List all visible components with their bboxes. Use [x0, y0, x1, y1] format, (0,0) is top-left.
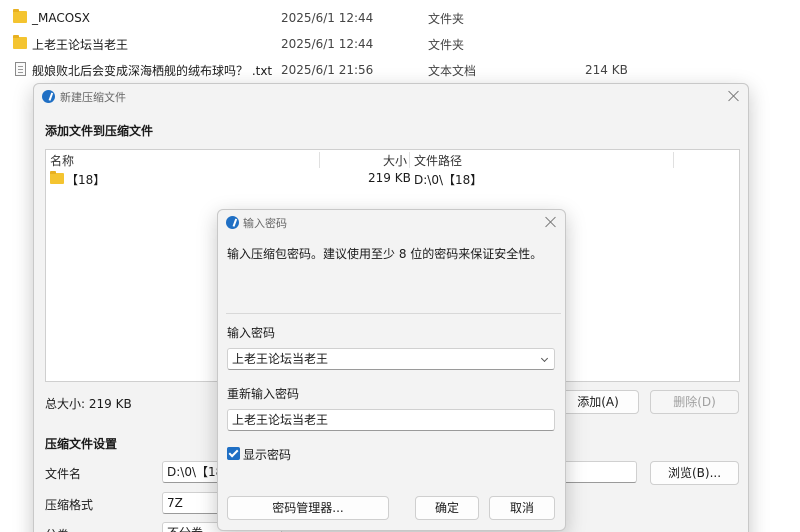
file-date: 2025/6/1 12:44: [281, 11, 374, 25]
file-explorer-list: _MACOSX 2025/6/1 12:44 文件夹 上老王论坛当老王 2025…: [0, 0, 800, 90]
column-divider[interactable]: [409, 152, 410, 168]
column-divider[interactable]: [673, 152, 674, 168]
ok-button[interactable]: 确定: [415, 496, 479, 520]
divider: [226, 313, 561, 314]
password-value: 上老王论坛当老王: [232, 352, 329, 366]
window-title: 新建压缩文件: [60, 91, 126, 104]
dialog-title: 输入密码: [243, 217, 287, 230]
add-button[interactable]: 添加(A): [557, 390, 639, 414]
row-size: 219 KB: [368, 171, 411, 185]
text-file-icon: [15, 62, 26, 76]
password-label: 输入密码: [227, 326, 276, 340]
show-password-label[interactable]: 显示密码: [243, 446, 291, 463]
column-divider[interactable]: [319, 152, 320, 168]
dialog-titlebar[interactable]: 输入密码: [218, 210, 565, 236]
reenter-password-input[interactable]: 上老王论坛当老王: [227, 409, 555, 431]
file-row[interactable]: 上老王论坛当老王 2025/6/1 12:44 文件夹: [0, 31, 800, 57]
folder-icon: [50, 171, 64, 184]
chevron-down-icon[interactable]: [540, 354, 549, 363]
file-name: _MACOSX: [32, 11, 91, 25]
file-row[interactable]: 舰娘败北后会变成深海栖舰的绒布球吗？ .txt 2025/6/1 21:56 文…: [0, 57, 800, 83]
file-name: 上老王论坛当老王: [32, 37, 129, 52]
filename-label: 文件名: [45, 467, 82, 481]
section-archive-settings-heading: 压缩文件设置: [45, 437, 118, 451]
app-logo-icon: [226, 216, 239, 229]
password-input[interactable]: 上老王论坛当老王: [227, 348, 555, 370]
window-titlebar[interactable]: 新建压缩文件: [34, 84, 748, 110]
delete-button[interactable]: 删除(D): [650, 390, 739, 414]
password-manager-button[interactable]: 密码管理器...: [227, 496, 389, 520]
folder-icon: [13, 35, 27, 49]
app-logo-icon: [42, 90, 55, 103]
format-label: 压缩格式: [45, 498, 94, 512]
password-description: 输入压缩包密码。建议使用至少 8 位的密码来保证安全性。: [227, 247, 543, 261]
row-name: 【18】: [66, 173, 106, 187]
file-date: 2025/6/1 12:44: [281, 37, 374, 51]
file-type: 文本文档: [428, 63, 477, 78]
row-path: D:\0\【18】: [414, 173, 483, 187]
column-header-path[interactable]: 文件路径: [414, 152, 462, 169]
split-label: 分卷: [45, 526, 69, 532]
cancel-button[interactable]: 取消: [489, 496, 555, 520]
password-dialog: 输入密码 输入压缩包密码。建议使用至少 8 位的密码来保证安全性。 输入密码 上…: [217, 209, 566, 531]
file-size: 214 KB: [585, 63, 628, 77]
total-size-label: 总大小: 219 KB: [45, 397, 132, 411]
folder-icon: [13, 9, 27, 23]
file-date: 2025/6/1 21:56: [281, 63, 374, 77]
reenter-password-label: 重新输入密码: [227, 387, 300, 401]
close-icon[interactable]: [544, 215, 558, 229]
checkbox-checked-icon[interactable]: [227, 447, 240, 460]
section-add-files-heading: 添加文件到压缩文件: [45, 124, 154, 138]
browse-button[interactable]: 浏览(B)...: [650, 461, 739, 485]
file-name: 舰娘败北后会变成深海栖舰的绒布球吗？ .txt: [32, 63, 273, 78]
file-type: 文件夹: [428, 11, 465, 26]
file-row[interactable]: _MACOSX 2025/6/1 12:44 文件夹: [0, 5, 800, 31]
column-header-size[interactable]: 大小: [383, 152, 407, 169]
file-type: 文件夹: [428, 37, 465, 52]
column-header-name[interactable]: 名称: [50, 152, 74, 169]
close-icon[interactable]: [727, 89, 741, 103]
